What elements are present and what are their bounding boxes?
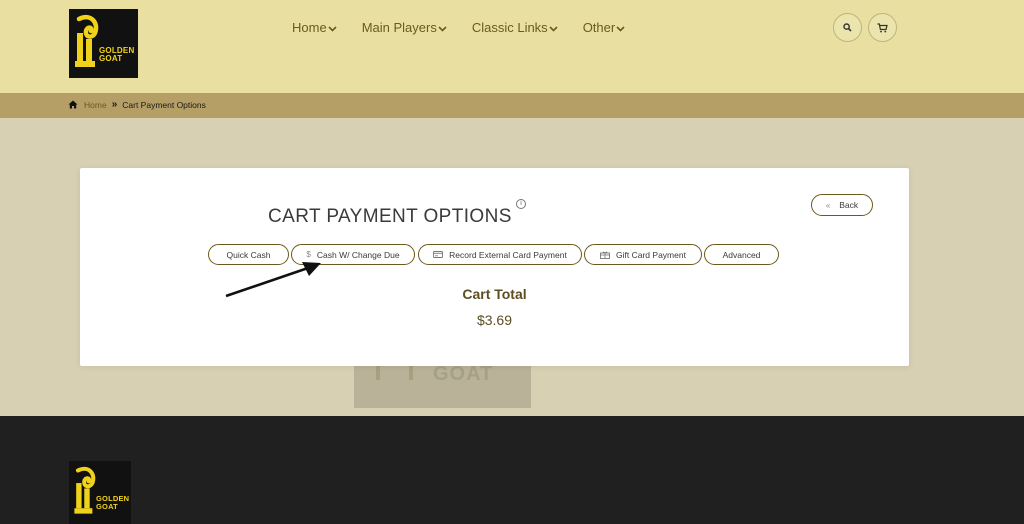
breadcrumb-bar: Home » Cart Payment Options bbox=[0, 93, 1024, 118]
page-title: CART PAYMENT OPTIONS bbox=[268, 206, 512, 227]
nav-classic-links-label: Classic Links bbox=[471, 19, 548, 35]
quick-cash-button[interactable]: Quick Cash bbox=[208, 244, 289, 265]
home-icon[interactable] bbox=[68, 100, 78, 109]
cash-with-change-due-label: Cash W/ Change Due bbox=[316, 249, 400, 260]
nav-main-players[interactable]: Main Players bbox=[362, 18, 447, 36]
cart-total-label: Cart Total bbox=[462, 286, 527, 302]
nav-home[interactable]: Home bbox=[292, 18, 337, 36]
site-footer bbox=[0, 416, 1024, 524]
cart-icon bbox=[877, 22, 888, 32]
nav-main-players-label: Main Players bbox=[361, 19, 437, 35]
nav-home-label: Home bbox=[292, 19, 327, 35]
cart-button[interactable] bbox=[868, 13, 897, 42]
record-external-card-payment-label: Record External Card Payment bbox=[449, 249, 567, 260]
record-external-card-payment-button[interactable]: Record External Card Payment bbox=[418, 244, 582, 265]
footer-logo-text: GOLDEN GOAT bbox=[96, 494, 130, 511]
double-chevron-left-icon: « bbox=[825, 200, 831, 210]
quick-cash-label: Quick Cash bbox=[226, 249, 271, 260]
watermark-text: GOAT bbox=[433, 363, 494, 385]
main-nav: Home Main Players Classic Links Other bbox=[292, 18, 650, 36]
golden-goat-logo[interactable]: GOLDEN GOAT bbox=[69, 9, 138, 78]
chevron-down-icon bbox=[328, 20, 337, 35]
breadcrumb-separator: » bbox=[111, 99, 118, 110]
advanced-button[interactable]: Advanced bbox=[704, 244, 779, 265]
gift-card-payment-label: Gift Card Payment bbox=[616, 249, 686, 260]
info-icon[interactable]: i bbox=[516, 199, 526, 209]
payment-options-card: CART PAYMENT OPTIONS i « Back Quick Cash… bbox=[80, 168, 909, 366]
goat-logo-icon bbox=[75, 15, 99, 67]
back-button[interactable]: « Back bbox=[811, 194, 873, 216]
breadcrumb-current: Cart Payment Options bbox=[122, 99, 206, 110]
cart-total-value: $3.69 bbox=[476, 312, 513, 328]
breadcrumb: Home » Cart Payment Options bbox=[68, 99, 206, 110]
back-button-label: Back bbox=[839, 200, 859, 210]
site-header: GOLDEN GOAT Home Main Players Classic Li… bbox=[0, 0, 1024, 93]
footer-logo[interactable]: GOLDEN GOAT bbox=[69, 461, 131, 524]
chevron-down-icon bbox=[549, 20, 558, 35]
goat-logo-icon bbox=[74, 466, 96, 514]
search-icon bbox=[843, 23, 852, 32]
breadcrumb-home-link[interactable]: Home bbox=[84, 100, 107, 110]
nav-other-label: Other bbox=[582, 19, 616, 35]
chevron-down-icon bbox=[616, 20, 625, 35]
credit-card-icon bbox=[433, 251, 444, 258]
dollar-icon: $ bbox=[306, 250, 311, 259]
search-button[interactable] bbox=[833, 13, 862, 42]
nav-other[interactable]: Other bbox=[583, 18, 626, 36]
cash-with-change-due-button[interactable]: $ Cash W/ Change Due bbox=[291, 244, 415, 265]
nav-classic-links[interactable]: Classic Links bbox=[472, 18, 558, 36]
advanced-label: Advanced bbox=[722, 249, 761, 260]
chevron-down-icon bbox=[438, 20, 447, 35]
gift-icon bbox=[600, 251, 610, 259]
gift-card-payment-button[interactable]: Gift Card Payment bbox=[584, 244, 702, 265]
logo-text: GOLDEN GOAT bbox=[99, 46, 135, 64]
